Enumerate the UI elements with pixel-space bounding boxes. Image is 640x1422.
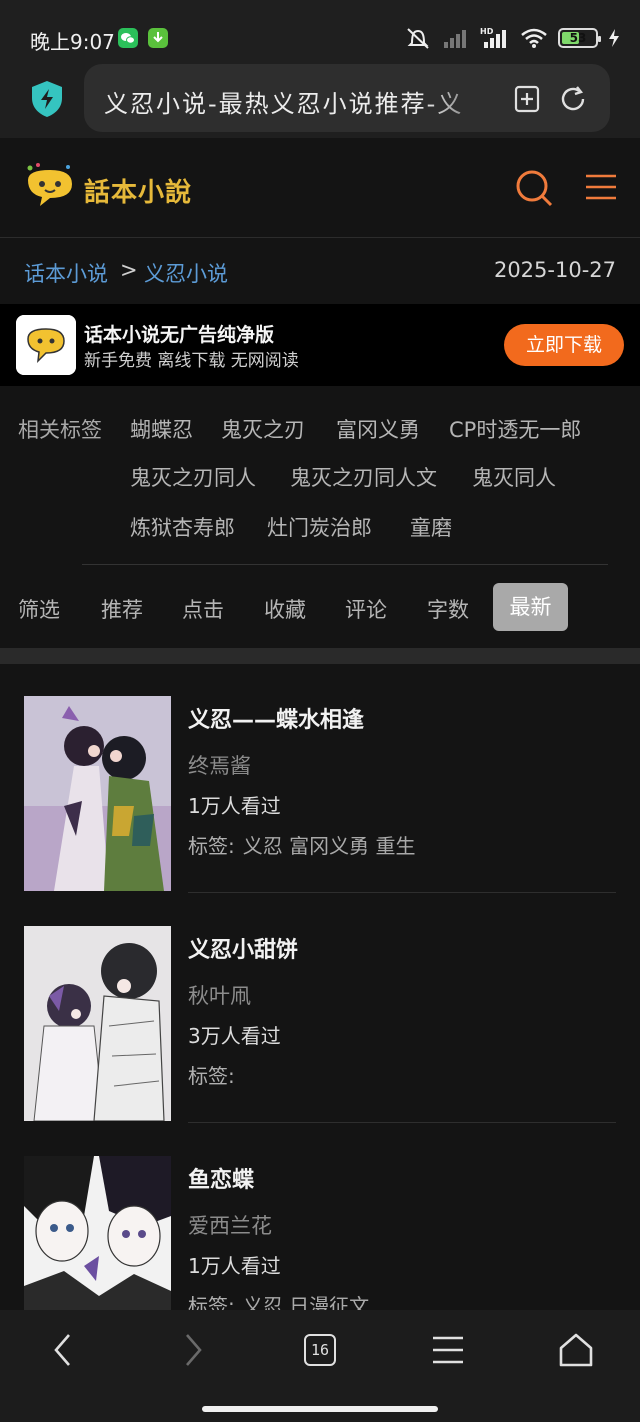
forward-icon[interactable] (181, 1332, 205, 1368)
sort-recommend[interactable]: 推荐 (101, 594, 143, 624)
divider (188, 892, 616, 893)
book-item[interactable]: 义忍——蝶水相逢 终焉酱 1万人看过 标签: 义忍 富冈义勇 重生 (0, 664, 640, 894)
tag-item[interactable]: CP时透无一郎 (449, 414, 581, 444)
book-list: 义忍——蝶水相逢 终焉酱 1万人看过 标签: 义忍 富冈义勇 重生 义忍小甜饼 秋… (0, 664, 640, 1310)
charging-icon (609, 29, 619, 47)
site-header: 話本小說 (0, 138, 640, 238)
promo-subtitle: 新手免费 离线下载 无网阅读 (84, 351, 299, 371)
book-title[interactable]: 义忍——蝶水相逢 (188, 702, 364, 734)
book-author[interactable]: 爱西兰花 (188, 1210, 272, 1240)
search-icon[interactable] (514, 168, 554, 208)
address-bar[interactable]: 义忍小说-最热义忍小说推荐-义 (84, 64, 610, 132)
home-icon[interactable] (558, 1332, 594, 1368)
book-tags-label: 标签: (188, 1294, 235, 1310)
book-tags: 标签: 义忍 富冈义勇 重生 (188, 830, 415, 859)
refresh-icon[interactable] (558, 84, 588, 114)
home-button[interactable] (551, 1328, 601, 1372)
tag-item[interactable]: 鬼灭之刃 (221, 414, 305, 444)
book-cover[interactable] (24, 926, 171, 1121)
breadcrumb: 话本小说 > 义忍小说 2025-10-27 (0, 238, 640, 304)
menu-icon[interactable] (584, 172, 618, 202)
tag-item[interactable]: 灶门炭治郎 (267, 512, 372, 542)
battery-icon: 53 (558, 28, 601, 48)
breadcrumb-home[interactable]: 话本小说 (24, 258, 108, 288)
sort-clicks[interactable]: 点击 (182, 594, 224, 624)
book-views: 1万人看过 (188, 1254, 281, 1278)
tag-item[interactable]: 富冈义勇 (336, 414, 420, 444)
book-tags-value: 义忍 日漫征文 (242, 1294, 370, 1310)
book-title[interactable]: 鱼恋蝶 (188, 1162, 254, 1194)
update-date: 2025-10-27 (493, 258, 616, 282)
browser-toolbar: 义忍小说-最热义忍小说推荐-义 (0, 62, 640, 138)
logo-icon[interactable] (20, 162, 80, 214)
book-cover[interactable] (24, 1156, 171, 1310)
download-app-button[interactable]: 立即下载 (504, 324, 624, 366)
sort-latest[interactable]: 最新 (493, 583, 568, 631)
section-divider (0, 648, 640, 664)
sort-word-count[interactable]: 字数 (427, 594, 469, 624)
wifi-icon (521, 28, 547, 48)
status-indicators: HD 53 (404, 26, 620, 50)
app-icon[interactable] (16, 315, 76, 375)
divider (188, 1122, 616, 1123)
book-item[interactable]: 鱼恋蝶 爱西兰花 1万人看过 标签: 义忍 日漫征文 (0, 1124, 640, 1310)
breadcrumb-current[interactable]: 义忍小说 (144, 258, 228, 288)
back-button[interactable] (38, 1328, 88, 1372)
battery-level: 53 (569, 31, 587, 45)
browser-bottom-nav: 16 (0, 1310, 640, 1422)
svg-text:HD: HD (480, 27, 494, 36)
no-signal-icon (444, 30, 466, 48)
logo-text[interactable]: 話本小說 (84, 172, 192, 209)
book-views: 1万人看过 (188, 794, 281, 818)
divider (82, 564, 608, 565)
book-author[interactable]: 终焉酱 (188, 750, 251, 780)
promo-title: 话本小说无广告纯净版 (84, 324, 275, 346)
add-bookmark-icon[interactable] (512, 84, 542, 114)
breadcrumb-separator: > (120, 258, 138, 282)
tag-item[interactable]: 蝴蝶忍 (130, 414, 193, 444)
tabs-button[interactable]: 16 (295, 1328, 345, 1372)
sort-filter[interactable]: 筛选 (18, 594, 60, 624)
hd-signal-icon: HD (480, 27, 506, 48)
tab-count[interactable]: 16 (304, 1334, 336, 1366)
wechat-icon (118, 28, 138, 48)
app-promo-banner[interactable]: 话本小说无广告纯净版 新手免费 离线下载 无网阅读 立即下载 (0, 304, 640, 386)
shield-icon[interactable] (30, 80, 64, 118)
back-icon[interactable] (51, 1332, 75, 1368)
book-tags-value: 义忍 富冈义勇 重生 (242, 834, 416, 858)
book-tags-label: 标签: (188, 834, 235, 858)
book-cover[interactable] (24, 696, 171, 891)
book-tags: 标签: (188, 1060, 243, 1089)
book-item[interactable]: 义忍小甜饼 秋叶凧 3万人看过 标签: (0, 894, 640, 1124)
menu-icon[interactable] (431, 1335, 465, 1365)
home-indicator[interactable] (202, 1406, 438, 1412)
book-author[interactable]: 秋叶凧 (188, 980, 251, 1010)
tag-item[interactable]: 炼狱杏寿郎 (130, 512, 235, 542)
sort-tabs: 筛选 推荐 点击 收藏 评论 字数 最新 (0, 566, 640, 648)
related-tags-label: 相关标签 (18, 418, 102, 442)
sort-favorites[interactable]: 收藏 (264, 594, 306, 624)
menu-button[interactable] (423, 1328, 473, 1372)
status-bar: 晚上9:07 HD 53 (0, 0, 640, 62)
tag-item[interactable]: 鬼灭之刃同人 (130, 462, 256, 492)
book-title[interactable]: 义忍小甜饼 (188, 932, 298, 964)
tag-item[interactable]: 鬼灭同人 (472, 462, 556, 492)
book-views: 3万人看过 (188, 1024, 281, 1048)
tag-item[interactable]: 鬼灭之刃同人文 (290, 462, 437, 492)
related-tags: 相关标签 蝴蝶忍 鬼灭之刃 富冈义勇 CP时透无一郎 鬼灭之刃同人 鬼灭之刃同人… (0, 386, 640, 566)
status-time: 晚上9:07 (30, 30, 115, 54)
mute-icon (407, 28, 429, 49)
tag-item[interactable]: 童磨 (410, 512, 452, 542)
sort-comments[interactable]: 评论 (345, 594, 387, 624)
book-tags: 标签: 义忍 日漫征文 (188, 1290, 369, 1310)
book-tags-label: 标签: (188, 1064, 235, 1088)
download-icon (148, 28, 168, 48)
forward-button[interactable] (168, 1328, 218, 1372)
